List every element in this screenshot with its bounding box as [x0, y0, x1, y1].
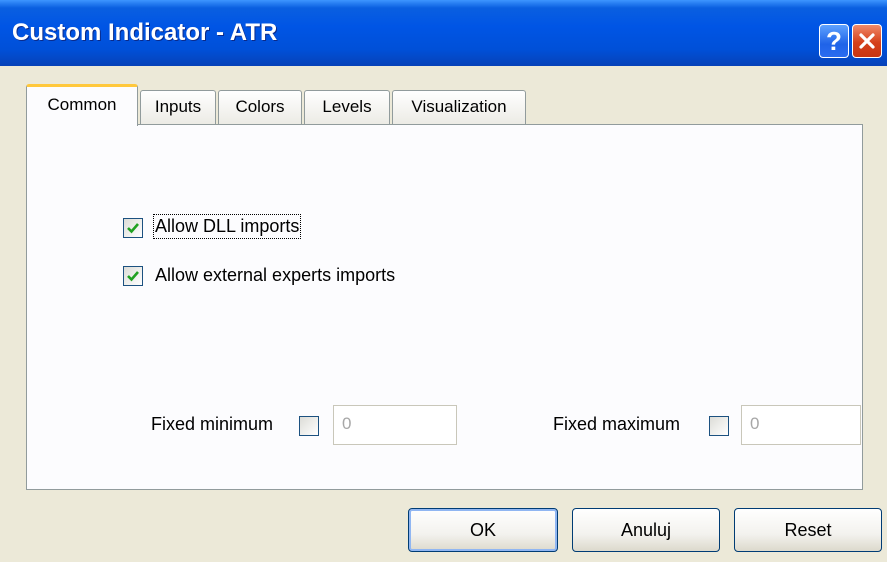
close-button[interactable]: [852, 24, 882, 58]
fixed-maximum-field[interactable]: 0: [741, 405, 861, 445]
tab-levels[interactable]: Levels: [304, 90, 390, 124]
tab-inputs[interactable]: Inputs: [140, 90, 216, 124]
help-button[interactable]: ?: [819, 24, 849, 58]
tab-visualization[interactable]: Visualization: [392, 90, 526, 124]
window-title: Custom Indicator - ATR: [12, 19, 278, 46]
fixed-minimum-checkbox[interactable]: [299, 416, 319, 436]
cancel-button[interactable]: Anuluj: [572, 508, 720, 552]
allow-dll-label[interactable]: Allow DLL imports: [152, 214, 302, 239]
checkmark-icon: [127, 223, 139, 234]
title-bar[interactable]: Custom Indicator - ATR ?: [0, 0, 887, 66]
allow-external-label[interactable]: Allow external experts imports: [155, 265, 395, 286]
fixed-maximum-label: Fixed maximum: [553, 414, 681, 434]
tab-colors[interactable]: Colors: [218, 90, 302, 124]
allow-dll-checkbox[interactable]: [123, 218, 143, 238]
fixed-minimum-label: Fixed minimum: [151, 414, 274, 434]
close-icon: [859, 33, 875, 49]
fixed-minimum-field[interactable]: 0: [333, 405, 457, 445]
checkmark-icon: [127, 271, 139, 282]
allow-external-checkbox[interactable]: [123, 266, 143, 286]
tab-common[interactable]: Common: [26, 84, 138, 126]
common-tab-panel: Allow DLL imports Allow external experts…: [26, 124, 863, 490]
reset-button[interactable]: Reset: [734, 508, 882, 552]
fixed-maximum-checkbox[interactable]: [709, 416, 729, 436]
ok-button[interactable]: OK: [408, 508, 558, 552]
